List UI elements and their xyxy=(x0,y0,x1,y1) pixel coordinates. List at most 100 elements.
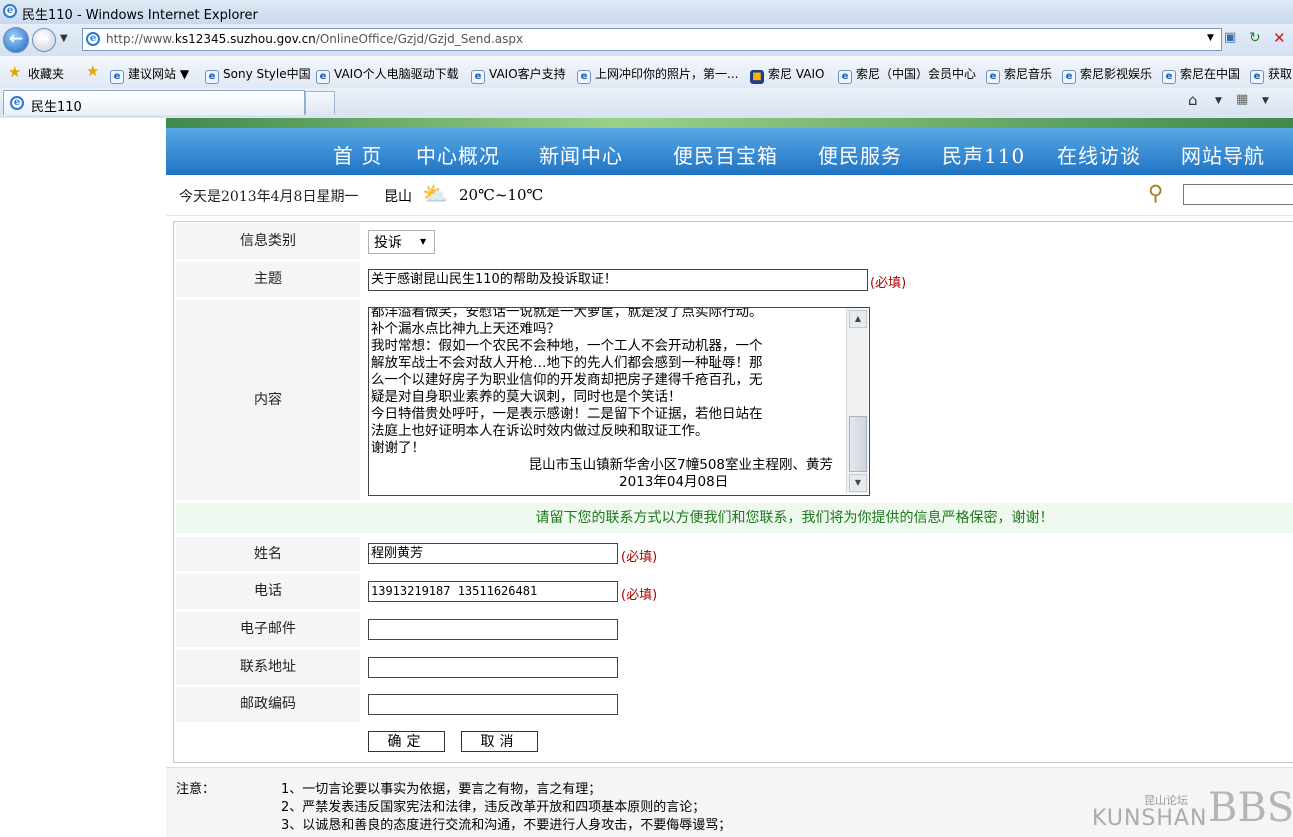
phone-input[interactable]: 13913219187 13511626481 xyxy=(368,581,618,602)
note-item: 1、一切言论要以事实为依据，要言之有物，言之有理； xyxy=(281,782,602,797)
content-sign-date: 2013年04月08日 xyxy=(619,474,729,490)
content-line: 疑是对自身职业素养的莫大讽刺，同时也是个笑话！ xyxy=(371,389,682,405)
weather-temperature: 20℃~10℃ xyxy=(459,186,544,204)
subject-label: 主题 xyxy=(176,262,360,297)
nav-services[interactable]: 便民服务 xyxy=(818,140,902,169)
link-ie-icon: e xyxy=(205,70,219,84)
favorites-star-icon[interactable]: ★ xyxy=(8,63,21,81)
fav-link-8[interactable]: e 索尼影视娱乐 xyxy=(1062,65,1152,84)
note-item: 3、以诚恳和善良的态度进行交流和沟通，不要进行人身攻击，不要侮辱谩骂； xyxy=(281,818,732,833)
cancel-button[interactable]: 取消 xyxy=(461,731,538,752)
page-ie-icon: e xyxy=(86,32,100,46)
category-value: 投诉 xyxy=(374,235,402,251)
notes-label: 注意： xyxy=(176,782,216,797)
nav-about[interactable]: 中心概况 xyxy=(416,140,500,169)
chevron-down-icon: ▼ xyxy=(420,237,427,246)
scroll-thumb[interactable] xyxy=(849,416,867,472)
content-line: 我时常想：假如一个农民不会种地，一个工人不会开动机器，一个 xyxy=(371,338,763,354)
feeds-dropdown-icon[interactable]: ▼ xyxy=(1262,96,1269,106)
tab-title: 民生110 xyxy=(31,100,82,115)
stop-icon[interactable]: ✕ xyxy=(1273,29,1286,47)
add-favorite-icon[interactable]: ★ xyxy=(86,62,99,80)
nav-toolbox[interactable]: 便民百宝箱 xyxy=(673,140,778,169)
fav-link-9[interactable]: e 索尼在中国 xyxy=(1162,65,1240,84)
nav-interviews[interactable]: 在线访谈 xyxy=(1057,140,1141,169)
window-titlebar: e 民生110 - Windows Internet Explorer xyxy=(0,0,1293,24)
name-required: (必填) xyxy=(621,550,658,565)
current-date: 今天是2013年4月8日星期一 xyxy=(179,189,359,205)
watermark-bbs: BBS xyxy=(1208,785,1293,831)
vaio-icon: ■ xyxy=(750,70,764,84)
content-scrollbar[interactable]: ▲ ▼ xyxy=(846,308,868,493)
address-input[interactable] xyxy=(368,657,618,678)
category-select[interactable]: 投诉 ▼ xyxy=(368,230,435,254)
tab-minsheng110[interactable]: e 民生110 xyxy=(3,90,305,115)
fav-link-0[interactable]: e 建议网站 ▼ xyxy=(110,65,189,84)
recent-pages-dropdown-icon[interactable]: ▼ xyxy=(60,33,68,44)
new-tab-button[interactable] xyxy=(305,91,335,114)
subject-required: (必填) xyxy=(870,276,907,291)
phone-label: 电话 xyxy=(176,574,360,609)
header-banner-strip xyxy=(166,118,1293,128)
content-line: 法庭上也好证明本人在诉讼时效内做过反映和取证工作。 xyxy=(371,423,709,439)
submit-button[interactable]: 确定 xyxy=(368,731,445,752)
nav-sitemap[interactable]: 网站导航 xyxy=(1181,140,1265,169)
compatibility-view-icon[interactable]: ▣ xyxy=(1224,30,1236,45)
content-signature: 昆山市玉山镇新华舍小区7幢508室业主程刚、黄芳 xyxy=(528,457,833,473)
scroll-up-icon[interactable]: ▲ xyxy=(849,310,867,328)
nav-news[interactable]: 新闻中心 xyxy=(539,140,623,169)
fav-link-3[interactable]: e VAIO客户支持 xyxy=(471,65,566,84)
nav-home[interactable]: 首 页 xyxy=(333,140,382,169)
scroll-down-icon[interactable]: ▼ xyxy=(849,474,867,492)
window-title: 民生110 - Windows Internet Explorer xyxy=(22,8,258,23)
category-label: 信息类别 xyxy=(176,223,360,259)
link-ie-icon: e xyxy=(1162,70,1176,84)
url-text[interactable]: http://www.ks12345.suzhou.gov.cn/OnlineO… xyxy=(106,32,523,46)
fav-link-7[interactable]: e 索尼音乐 xyxy=(986,65,1052,84)
privacy-notice: 请留下您的联系方式以方便我们和您联系，我们将为你提供的信息严格保密，谢谢！ xyxy=(176,503,1293,533)
ie-logo-icon: e xyxy=(3,4,17,18)
fav-link-10[interactable]: e获取更 xyxy=(1250,65,1293,84)
subject-input[interactable]: 关于感谢昆山民生110的帮助及投诉取证！ xyxy=(368,269,868,291)
name-label: 姓名 xyxy=(176,537,360,571)
tab-ie-icon: e xyxy=(10,96,24,110)
link-ie-icon: e xyxy=(986,70,1000,84)
link-ie-icon: e xyxy=(838,70,852,84)
content-line: 补个漏水点比神九上天还难吗？ xyxy=(371,321,560,337)
fav-link-4[interactable]: e 上网冲印你的照片，第一... xyxy=(577,65,738,84)
email-input[interactable] xyxy=(368,619,618,640)
nav-voice110[interactable]: 民声110 xyxy=(942,140,1025,169)
back-button[interactable]: ← xyxy=(3,27,29,53)
fav-link-2[interactable]: e VAIO个人电脑驱动下载 xyxy=(316,65,459,84)
home-icon[interactable]: ⌂ xyxy=(1188,91,1198,109)
content-line: 谢谢了！ xyxy=(371,440,425,456)
fav-link-1[interactable]: e Sony Style中国 xyxy=(205,65,311,84)
postcode-input[interactable] xyxy=(368,694,618,715)
search-icon[interactable]: ⚲ xyxy=(1148,181,1163,205)
site-search-input[interactable] xyxy=(1183,184,1293,205)
link-ie-icon: e xyxy=(1250,70,1264,84)
refresh-icon[interactable]: ↻ xyxy=(1249,30,1261,46)
name-input[interactable]: 程刚黄芳 xyxy=(368,543,618,564)
content-label: 内容 xyxy=(176,300,360,500)
content-line: 么一个以建好房子为职业信仰的开发商却把房子建得千疮百孔，无 xyxy=(371,372,763,388)
address-dropdown-icon[interactable]: ▼ xyxy=(1207,33,1214,43)
fav-link-6[interactable]: e 索尼（中国）会员中心 xyxy=(838,65,976,84)
postcode-label: 邮政编码 xyxy=(176,687,360,722)
link-ie-icon: e xyxy=(1062,70,1076,84)
address-bar[interactable]: e http://www.ks12345.suzhou.gov.cn/Onlin… xyxy=(82,28,1222,51)
watermark-text: KUNSHAN xyxy=(1092,806,1208,831)
address-label: 联系地址 xyxy=(176,650,360,685)
home-dropdown-icon[interactable]: ▼ xyxy=(1215,96,1222,106)
email-label: 电子邮件 xyxy=(176,612,360,647)
content-line: 解放军战士不会对敌人开枪…地下的先人们都会感到一种耻辱！那 xyxy=(371,355,763,371)
content-textarea[interactable]: 都洋溢着微笑，安慰话一说就是一大箩筐，就是没了点实际行动。 补个漏水点比神九上天… xyxy=(368,307,870,496)
fav-link-5[interactable]: ■ 索尼 VAIO xyxy=(750,65,824,84)
link-ie-icon: e xyxy=(110,70,124,84)
link-ie-icon: e xyxy=(471,70,485,84)
favorites-button[interactable]: 收藏夹 xyxy=(28,65,64,82)
weather-city: 昆山 xyxy=(384,189,412,205)
forward-button[interactable]: → xyxy=(32,28,56,52)
content-line: 都洋溢着微笑，安慰话一说就是一大箩筐，就是没了点实际行动。 xyxy=(371,307,763,320)
feeds-icon[interactable]: ▦ xyxy=(1236,92,1248,107)
